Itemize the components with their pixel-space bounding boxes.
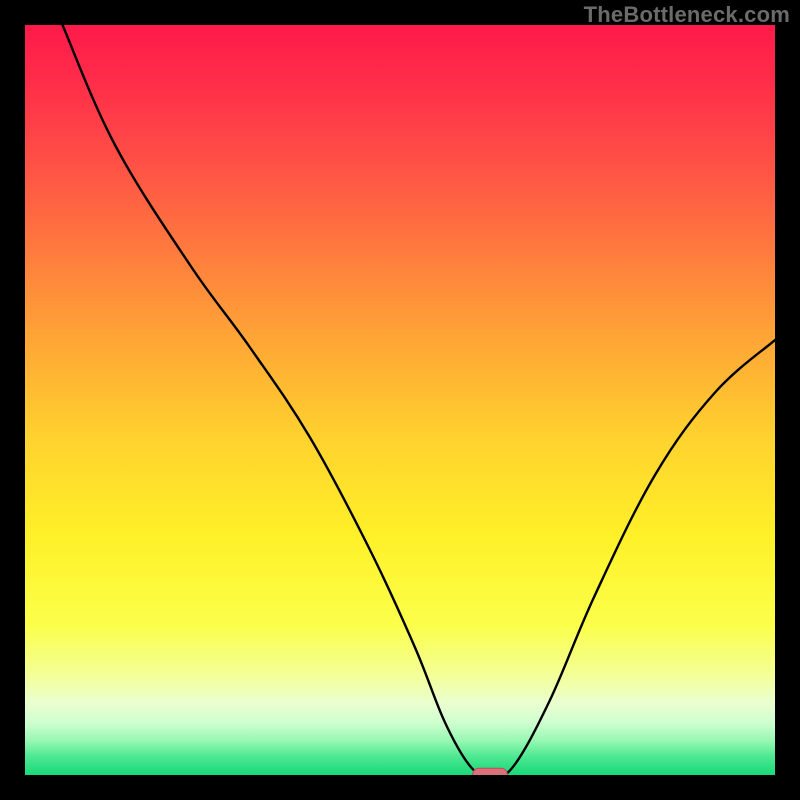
plot-area	[25, 25, 775, 775]
optimum-marker	[473, 768, 508, 775]
chart-svg	[25, 25, 775, 775]
chart-frame: TheBottleneck.com	[0, 0, 800, 800]
gradient-background	[25, 25, 775, 775]
